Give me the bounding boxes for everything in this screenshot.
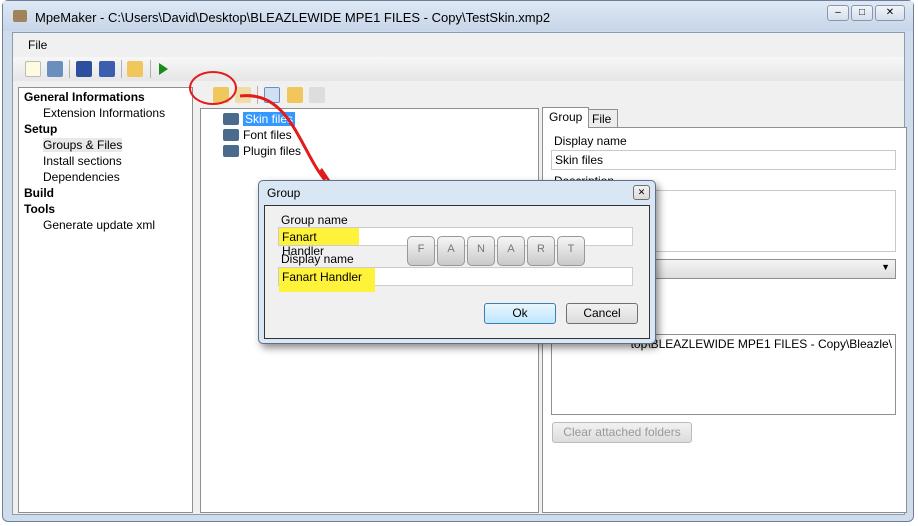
key-a: A (497, 236, 525, 266)
minimize-button[interactable]: – (827, 5, 849, 21)
group-name-label: Group name (281, 213, 348, 227)
sidebar-item-general-informations[interactable]: General Informations (24, 90, 145, 104)
menu-bar: File (13, 33, 904, 55)
save-icon[interactable] (76, 61, 92, 77)
export-icon[interactable] (127, 61, 143, 77)
display-name-value: Fanart Handler (279, 268, 375, 292)
title-bar: MpeMaker - C:\Users\David\Desktop\BLEAZL… (3, 1, 913, 31)
display-name-field[interactable]: Fanart Handler (278, 267, 633, 292)
sidebar-item-install-sections[interactable]: Install sections (43, 154, 122, 168)
window-title: MpeMaker - C:\Users\David\Desktop\BLEAZL… (35, 10, 551, 25)
menu-file[interactable]: File (28, 38, 47, 52)
tab-file[interactable]: File (585, 109, 619, 128)
new-icon[interactable] (25, 61, 41, 77)
sidebar-item-build[interactable]: Build (24, 186, 54, 200)
open-icon[interactable] (47, 61, 63, 77)
sidebar-nav: General Informations Extension Informati… (18, 87, 193, 513)
key-a: A (437, 236, 465, 266)
separator (121, 60, 122, 78)
sidebar-item-groups-files[interactable]: Groups & Files (43, 138, 123, 152)
key-n: N (467, 236, 495, 266)
display-name-field[interactable]: Skin files (551, 150, 896, 170)
key-f: F (407, 236, 435, 266)
dialog-body: Group name Fanart Handler Display name F… (264, 205, 650, 339)
save-as-icon[interactable] (99, 61, 115, 77)
sidebar-item-extension-informations[interactable]: Extension Informations (43, 106, 165, 120)
cancel-button[interactable]: Cancel (566, 303, 638, 324)
sidebar-item-tools[interactable]: Tools (24, 202, 55, 216)
sidebar-item-setup[interactable]: Setup (24, 122, 57, 136)
dialog-title: Group (267, 186, 301, 200)
annotation-arrow (239, 94, 334, 186)
sidebar-item-generate-update-xml[interactable]: Generate update xml (43, 218, 155, 232)
ok-button[interactable]: Ok (484, 303, 556, 324)
main-toolbar (13, 57, 904, 81)
dialog-close-button[interactable]: ✕ (633, 185, 650, 200)
clear-attached-folders-button[interactable]: Clear attached folders (552, 422, 692, 443)
attached-folders-list[interactable]: top\BLEAZLEWIDE MPE1 FILES - Copy\Bleazl… (551, 334, 896, 415)
separator (150, 60, 151, 78)
chevron-down-icon: ▼ (881, 262, 890, 272)
sidebar-item-dependencies[interactable]: Dependencies (43, 170, 120, 184)
display-name-label: Display name (281, 252, 354, 266)
separator (69, 60, 70, 78)
tab-group[interactable]: Group (542, 107, 590, 128)
group-name-value: Fanart Handler (279, 228, 359, 258)
key-r: R (527, 236, 555, 266)
group-dialog: Group ✕ Group name Fanart Handler Displa… (258, 180, 656, 344)
close-button[interactable]: ✕ (875, 5, 905, 21)
maximize-button[interactable]: □ (851, 5, 873, 21)
app-icon (13, 10, 27, 22)
key-t: T (557, 236, 585, 266)
run-icon[interactable] (159, 63, 168, 75)
display-name-label: Display name (554, 134, 627, 148)
